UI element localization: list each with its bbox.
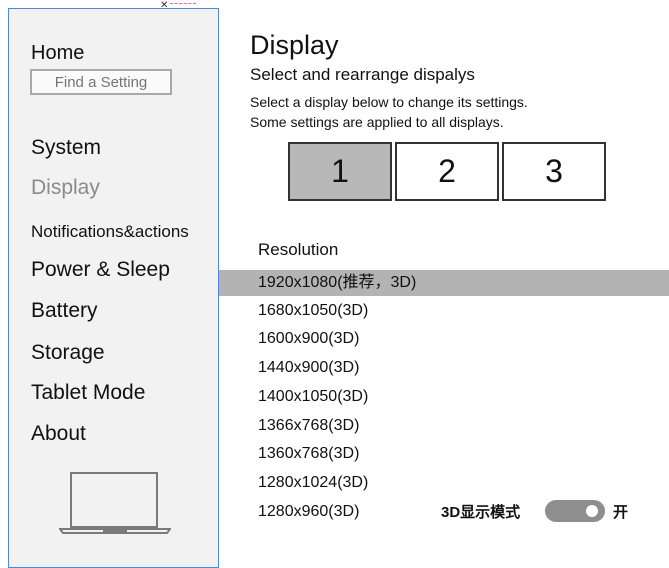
monitor-1-button[interactable]: 1 [288, 142, 392, 201]
resolution-option[interactable]: 1280x1024(3D) [219, 470, 669, 496]
hint-line-1: Select a display below to change its set… [250, 94, 528, 110]
home-link[interactable]: Home [31, 42, 84, 65]
resolution-option[interactable]: 1680x1050(3D) [219, 298, 669, 324]
toggle-knob [586, 505, 598, 517]
page-subtitle: Select and rearrange dispalys [250, 65, 475, 84]
sidebar-item-tablet-mode[interactable]: Tablet Mode [31, 381, 145, 405]
selection-marker [170, 3, 196, 6]
sidebar: Home System Display Notifications&action… [8, 8, 219, 568]
sidebar-item-storage[interactable]: Storage [31, 341, 105, 365]
sidebar-item-about[interactable]: About [31, 422, 86, 446]
resolution-option[interactable]: 1920x1080(推荐，3D) [219, 270, 669, 296]
sidebar-item-power-sleep[interactable]: Power & Sleep [31, 258, 170, 282]
resolution-option[interactable]: 1600x900(3D) [219, 326, 669, 352]
monitor-2-button[interactable]: 2 [395, 142, 499, 201]
sidebar-item-system[interactable]: System [31, 136, 101, 160]
monitor-3-button[interactable]: 3 [502, 142, 606, 201]
resolution-option[interactable]: 1366x768(3D) [219, 413, 669, 439]
sidebar-item-display[interactable]: Display [31, 176, 100, 200]
settings-window: ✕ Home System Display Notifications&acti… [0, 0, 669, 568]
3d-mode-label: 3D显示模式 [441, 504, 521, 521]
page-title: Display [250, 30, 339, 60]
resolution-label: Resolution [258, 240, 339, 259]
3d-mode-state: 开 [613, 504, 629, 521]
laptop-icon [59, 472, 171, 534]
sidebar-item-notifications[interactable]: Notifications&actions [31, 222, 189, 242]
resolution-option[interactable]: 1400x1050(3D) [219, 384, 669, 410]
resolution-option[interactable]: 1360x768(3D) [219, 441, 669, 467]
hint-line-2: Some settings are applied to all display… [250, 114, 504, 130]
resolution-option[interactable]: 1440x900(3D) [219, 355, 669, 381]
sidebar-item-battery[interactable]: Battery [31, 299, 98, 323]
3d-mode-toggle[interactable] [545, 500, 605, 522]
find-setting-input[interactable] [30, 69, 172, 95]
